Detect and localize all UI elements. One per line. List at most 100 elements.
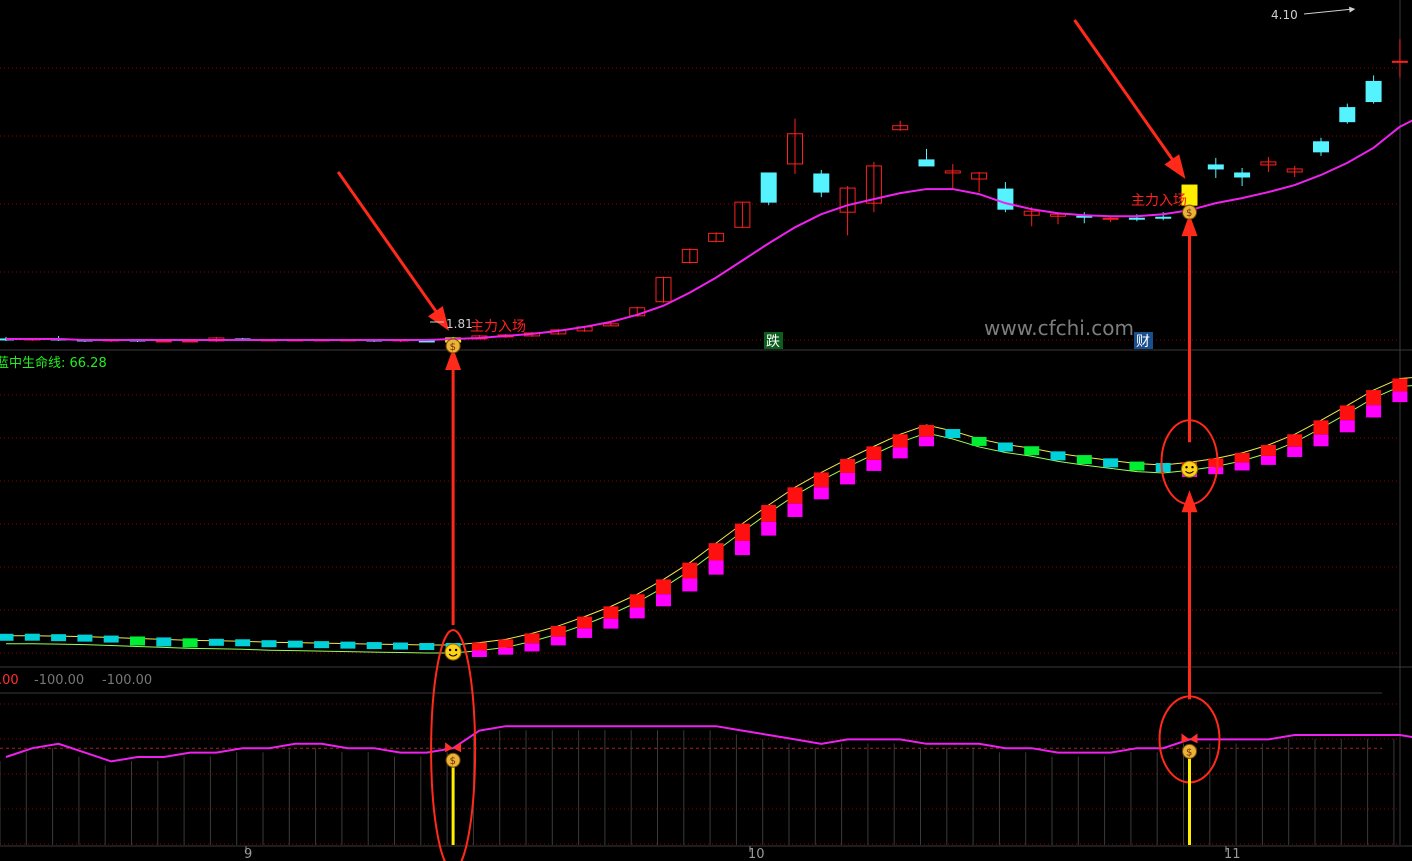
- indicator-panel: [0, 377, 1412, 657]
- money-bag-icon-mark: $: [1186, 747, 1192, 758]
- indicator-bar: [1339, 405, 1355, 421]
- indicator-bar: [393, 642, 408, 650]
- indicator-bar: [524, 643, 540, 652]
- indicator-bar: [419, 642, 435, 650]
- indicator-bar: [471, 650, 487, 657]
- price-high-label: 4.10: [1271, 8, 1298, 22]
- smiley-icon-eye: [1191, 465, 1194, 469]
- smiley-icon-eye: [454, 648, 458, 652]
- indicator-bar: [182, 638, 198, 648]
- stock-chart: $ $ $ $ www.cfchi.com 蓝中生命线: 66.28 4.10 1.8…: [0, 0, 1412, 861]
- indicator-bar: [813, 487, 829, 500]
- smiley-icon: [1181, 460, 1198, 478]
- indicator-bar: [498, 639, 514, 648]
- indicator-bar: [577, 628, 593, 638]
- marker-die-text: 跌: [766, 334, 780, 350]
- indicator-bar: [1076, 455, 1092, 465]
- diagonal-arrow-head: [1164, 154, 1186, 180]
- indicator-bar: [340, 641, 356, 649]
- candle-body: [997, 188, 1014, 210]
- indicator-bar: [708, 543, 724, 561]
- oscillator-line: [5, 725, 1412, 763]
- price-panel: [0, 39, 1412, 343]
- smiley-icon-eye: [448, 648, 452, 652]
- osc-legend-value-3: -100.00: [102, 673, 152, 688]
- indicator-bar: [156, 637, 172, 647]
- indicator-bar: [51, 634, 67, 642]
- signal-label-1: 主力入场: [470, 319, 526, 335]
- indicator-line: [5, 377, 1412, 646]
- smiley-icon: [444, 643, 462, 661]
- candle-body: [1128, 217, 1145, 220]
- indicator-bar: [24, 633, 40, 641]
- indicator-bar: [787, 487, 803, 504]
- indicator-bar: [261, 640, 277, 648]
- indicator-bar: [471, 642, 487, 651]
- indicator-bar: [945, 429, 961, 439]
- indicator-bar: [1366, 405, 1382, 418]
- indicator-bar: [550, 636, 566, 646]
- indicator-bar: [550, 625, 566, 637]
- indicator-bar: [1392, 378, 1408, 392]
- indicator-bar: [997, 442, 1013, 452]
- indicator-bar: [629, 607, 645, 619]
- indicator-bar: [1392, 391, 1408, 403]
- money-bag-icon-mark: $: [450, 756, 456, 767]
- indicator-bar: [603, 606, 619, 619]
- indicator-bar: [1313, 420, 1329, 435]
- indicator-bar: [866, 459, 882, 471]
- indicator-bar: [1260, 444, 1276, 456]
- indicator-bar: [603, 618, 619, 629]
- marker-cai: 财: [1134, 332, 1153, 350]
- indicator-bar: [787, 503, 803, 517]
- indicator-bar: [656, 579, 671, 595]
- indicator-bar: [734, 540, 750, 556]
- indicator-bar: [235, 639, 251, 647]
- indicator-bar: [130, 636, 145, 646]
- signal-label-2: 主力入场: [1131, 193, 1187, 209]
- indicator-bar: [314, 641, 330, 649]
- bow-icon: [445, 742, 454, 753]
- indicator-bar: [840, 472, 856, 485]
- marker-die: 跌: [764, 332, 783, 350]
- x-axis-label-10: 10: [748, 847, 765, 861]
- indicator-bar: [1287, 446, 1303, 457]
- indicator-bar: [708, 560, 724, 575]
- candle-body: [1313, 141, 1329, 153]
- indicator-bar: [919, 436, 934, 447]
- indicator-bar: [1024, 446, 1040, 456]
- indicator-legend: 蓝中生命线: 66.28: [0, 355, 107, 371]
- candle-body: [760, 172, 777, 203]
- annotation-layer: $ $ $ $: [336, 6, 1356, 861]
- vertical-arrow-head: [1181, 490, 1198, 513]
- indicator-bar: [1129, 461, 1145, 471]
- bow-icon: [1181, 733, 1190, 744]
- x-axis-label-9: 9: [244, 847, 252, 861]
- candle-body: [1155, 216, 1172, 219]
- high-marker-arrow: [1303, 8, 1354, 15]
- indicator-bar: [498, 647, 514, 655]
- indicator-bar: [892, 447, 908, 459]
- indicator-bar: [892, 434, 908, 448]
- candle-body: [1339, 107, 1356, 123]
- indicator-bar: [656, 594, 671, 607]
- indicator-bar: [103, 635, 119, 643]
- indicator-bar: [1313, 434, 1329, 447]
- indicator-bar: [1234, 462, 1250, 471]
- candle-body: [418, 340, 435, 343]
- price-low-label: 1.81: [446, 317, 473, 331]
- indicator-bar: [366, 642, 382, 650]
- indicator-bar: [840, 458, 856, 473]
- diagonal-arrow: [1073, 19, 1182, 172]
- moving-average-line: [6, 119, 1412, 341]
- candle-body: [813, 173, 830, 193]
- money-bag-icon-mark: $: [1186, 208, 1192, 219]
- indicator-bar: [813, 472, 829, 488]
- indicator-bar: [1208, 458, 1224, 468]
- marker-cai-text: 财: [1136, 334, 1150, 350]
- indicator-bar: [1050, 451, 1066, 461]
- candle-body: [1234, 172, 1251, 178]
- osc-legend-value-2: -100.00: [34, 673, 84, 688]
- indicator-bar: [1234, 452, 1250, 463]
- diagonal-arrow: [336, 171, 446, 324]
